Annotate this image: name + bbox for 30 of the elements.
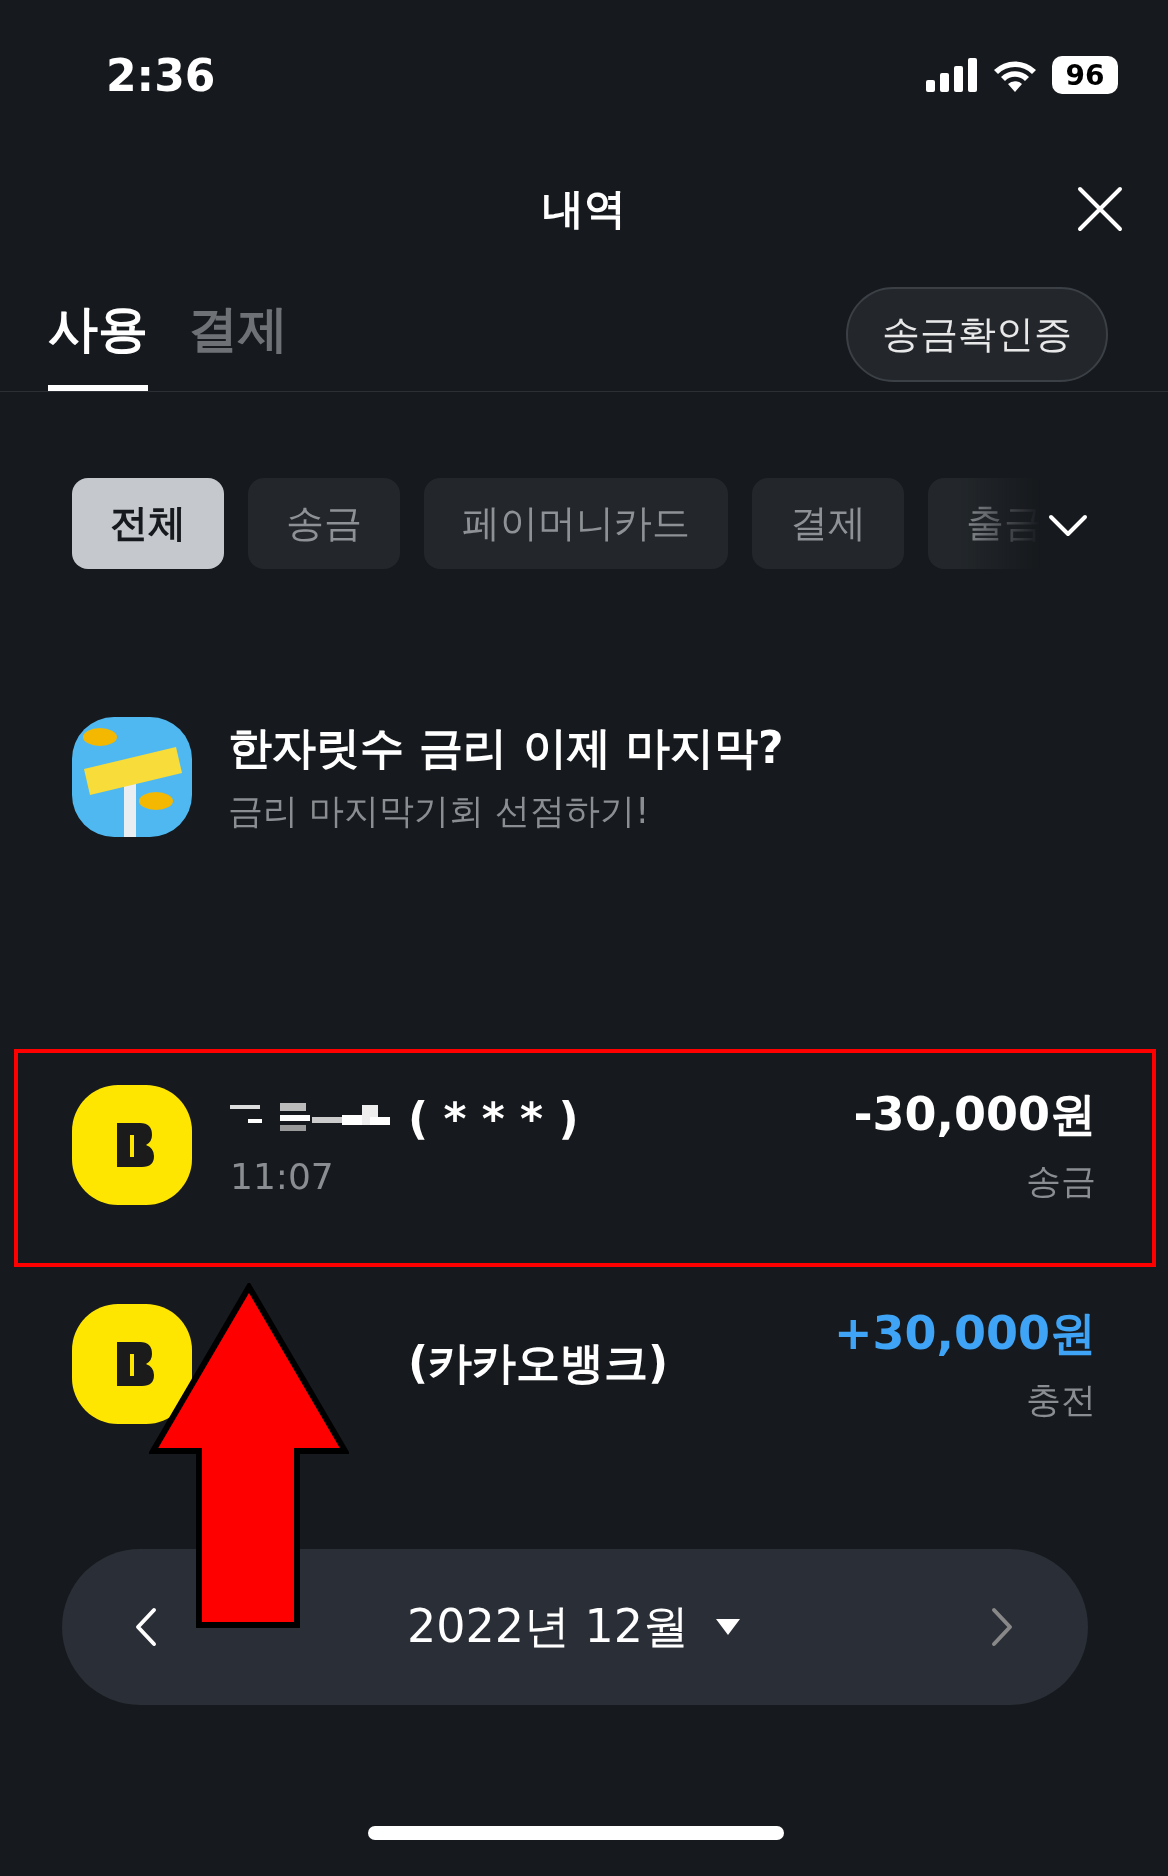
transaction-amount: -30,000원	[853, 1086, 1096, 1143]
transaction-amount: +30,000원	[833, 1305, 1096, 1362]
transaction-type: 충전	[1026, 1379, 1096, 1422]
transaction-name: (카카오뱅크)	[408, 1336, 669, 1390]
chevron-down-icon[interactable]	[1048, 514, 1088, 538]
month-selector[interactable]: 2022년 12월	[406, 1596, 742, 1658]
dropdown-icon	[715, 1618, 742, 1636]
filter-chip[interactable]: 결제	[752, 478, 904, 569]
signal-icon	[926, 58, 978, 92]
transaction-type: 송금	[1026, 1160, 1096, 1203]
page-title: 내역	[542, 183, 626, 235]
next-icon[interactable]	[990, 1607, 1014, 1647]
bank-logo-icon	[72, 1084, 192, 1205]
bank-logo-icon	[72, 1303, 192, 1424]
status-time: 2:36	[106, 49, 216, 101]
tab[interactable]: 사용	[48, 278, 148, 391]
close-icon[interactable]	[1076, 185, 1124, 233]
battery-level: 96	[1065, 58, 1105, 92]
filter-chip[interactable]: 전체	[72, 478, 224, 569]
tab[interactable]: 결제	[188, 278, 288, 391]
banner-title[interactable]: 한자릿수 금리 이제 마지막?	[228, 719, 784, 778]
filter-chip[interactable]: 페이머니카드	[424, 478, 728, 569]
transaction-time: 11:07	[230, 1155, 335, 1197]
previous-icon[interactable]	[134, 1607, 158, 1647]
wifi-icon	[992, 58, 1038, 92]
banner-subtitle: 금리 마지막기회 선점하기!	[228, 790, 651, 833]
filter-chip[interactable]: 송금	[248, 478, 400, 569]
certificate-button[interactable]: 송금확인증	[846, 287, 1108, 382]
last-chance-icon	[72, 717, 192, 837]
transaction-name: ( * * * )	[408, 1092, 579, 1144]
